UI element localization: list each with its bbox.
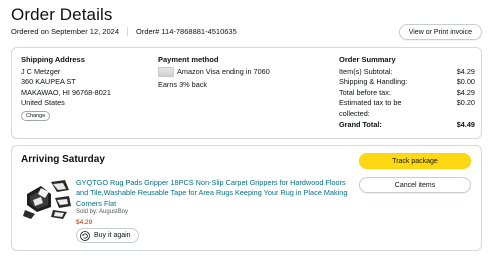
- address-line: 360 KAUPEA ST: [21, 77, 76, 86]
- payment-method: Payment method Amazon Visa ending in 706…: [158, 55, 270, 91]
- order-summary-title: Order Summary: [339, 55, 396, 64]
- order-number: Order# 114-7868881-4510635: [136, 27, 237, 36]
- grand-total-value: $4.49: [456, 120, 475, 129]
- order-summary: Order Summary Item(s) Subtotal: $4.29 Sh…: [339, 55, 475, 131]
- shipping-address-title: Shipping Address: [21, 55, 85, 64]
- summary-value: $4.29: [456, 87, 475, 97]
- address-line: MAKAWAO, HI 96768-8021: [21, 87, 111, 97]
- delivery-status: Arriving Saturday: [21, 154, 105, 165]
- divider: [127, 27, 128, 36]
- change-address-button[interactable]: Change: [21, 110, 51, 121]
- credit-card-icon: [158, 66, 174, 77]
- buy-it-again-button[interactable]: Buy it again: [76, 228, 139, 243]
- summary-row: Total before tax: $4.29: [339, 88, 475, 99]
- rewards-text: Earns 3% back: [158, 80, 208, 89]
- payment-card-line: Amazon Visa ending in 7060: [158, 67, 270, 78]
- summary-label: Shipping & Handling:: [339, 77, 408, 86]
- view-print-invoice-button[interactable]: View or Print invoice: [398, 24, 482, 40]
- track-package-button[interactable]: Track package: [359, 153, 471, 169]
- summary-row: Estimated tax to be collected: $0.20: [339, 98, 475, 119]
- shipment-card: Arriving Saturday Track package Cancel i…: [11, 145, 482, 251]
- order-meta: Ordered on September 12, 2024 Order# 114…: [11, 27, 237, 36]
- grand-total-label: Grand Total:: [339, 120, 382, 129]
- summary-label: Estimated tax to be collected:: [339, 98, 402, 118]
- address-line: United States: [21, 98, 65, 107]
- seller-info: Sold by: AugustBoy: [76, 209, 129, 215]
- summary-value: $0.00: [456, 77, 475, 86]
- payment-method-title: Payment method: [158, 55, 219, 64]
- buy-again-icon: [80, 230, 90, 241]
- product-image[interactable]: [21, 178, 73, 220]
- summary-label: Total before tax:: [339, 87, 391, 97]
- summary-row: Item(s) Subtotal: $4.29: [339, 67, 475, 78]
- product-price: $4.29: [76, 219, 93, 226]
- cancel-items-button[interactable]: Cancel items: [359, 177, 471, 193]
- shipping-address: Shipping Address J C Metzger 360 KAUPEA …: [21, 55, 111, 121]
- address-line: J C Metzger: [21, 66, 61, 76]
- product-title-link[interactable]: GYQTGO Rug Pads Gripper 18PCS Non-Slip C…: [76, 178, 351, 209]
- buy-it-again-label: Buy it again: [94, 232, 131, 239]
- summary-value: $4.29: [456, 66, 475, 76]
- order-date: Ordered on September 12, 2024: [11, 27, 119, 36]
- grand-total-row: Grand Total: $4.49: [339, 120, 475, 131]
- summary-row: Shipping & Handling: $0.00: [339, 77, 475, 88]
- summary-label: Item(s) Subtotal:: [339, 66, 393, 76]
- summary-value: $0.20: [456, 98, 475, 107]
- payment-card-text: Amazon Visa ending in 7060: [177, 66, 270, 76]
- page-title: Order Details: [11, 5, 113, 24]
- order-info-card: Shipping Address J C Metzger 360 KAUPEA …: [11, 47, 482, 139]
